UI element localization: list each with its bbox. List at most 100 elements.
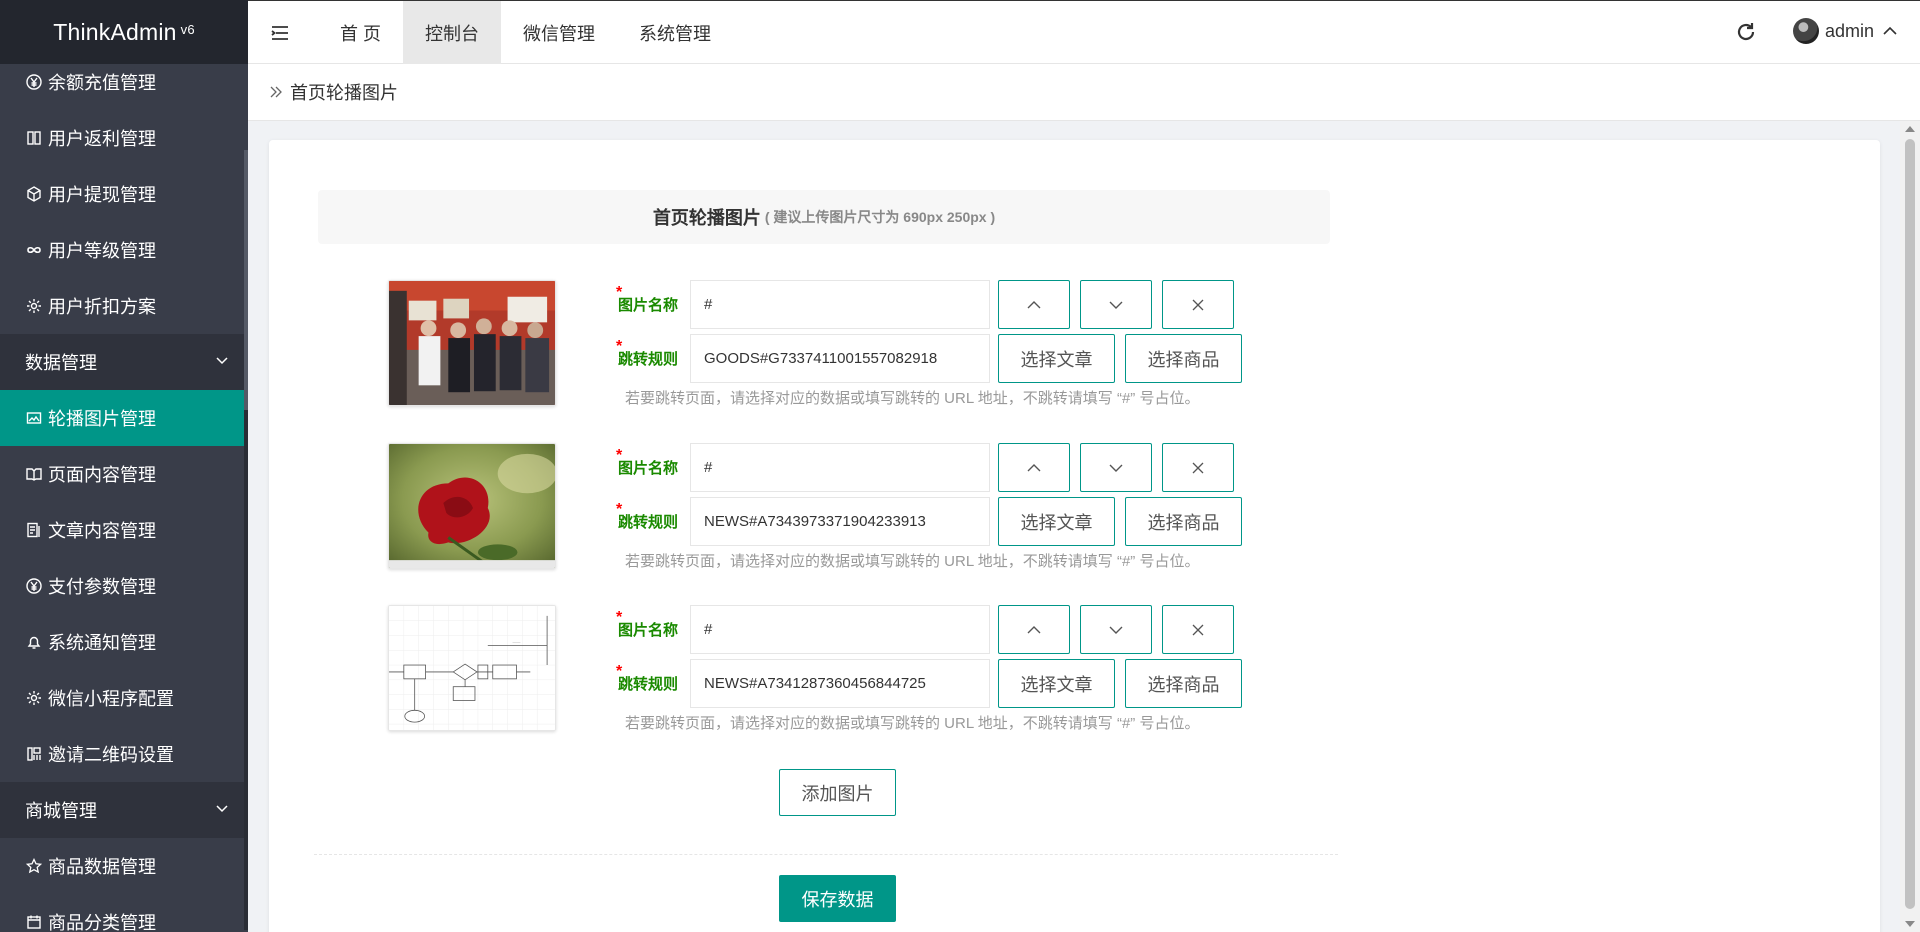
cube-icon: [25, 185, 43, 203]
select-goods-button[interactable]: 选择商品: [1125, 497, 1242, 546]
sidebar-item-balance[interactable]: 余额充值管理: [0, 54, 248, 110]
form-title-bar: 首页轮播图片 ( 建议上传图片尺寸为 690px 250px ): [318, 190, 1330, 244]
jump-rule-input[interactable]: GOODS#G7337411001557082918: [690, 334, 990, 383]
scroll-down-icon[interactable]: [1905, 921, 1915, 927]
gear-icon: [25, 689, 43, 707]
refresh-icon[interactable]: [1734, 20, 1758, 44]
select-article-button[interactable]: 选择文章: [998, 497, 1115, 546]
sidebar-scrollbar-thumb[interactable]: [244, 150, 248, 410]
sidebar-item-label: 页面内容管理: [48, 465, 156, 485]
banner-row: * 图片名称 # * 跳转规则 NEWS#A7343973371904233913 …: [318, 443, 1330, 573]
sidebar-item-miniapp[interactable]: 微信小程序配置: [0, 670, 248, 726]
image-name-label: * 图片名称: [616, 284, 678, 314]
page-scrollbar[interactable]: [1900, 121, 1920, 932]
move-down-button[interactable]: [1080, 605, 1152, 654]
nav-console[interactable]: 控制台: [403, 1, 502, 64]
sidebar-group-label: 数据管理: [25, 353, 97, 373]
sidebar-item-qrcode[interactable]: 邀请二维码设置: [0, 726, 248, 782]
image-name-label: * 图片名称: [616, 447, 678, 477]
scrollbar-thumb[interactable]: [1905, 139, 1915, 909]
sidebar-item-page-content[interactable]: 页面内容管理: [0, 446, 248, 502]
sidebar-group-data[interactable]: 数据管理: [0, 334, 248, 390]
banner-row: * 图片名称 # * 跳转规则 GOODS#G7337411001557082918…: [318, 280, 1330, 410]
close-icon: [1192, 299, 1204, 310]
chevron-up-icon: [1027, 625, 1041, 633]
sidebar-group-shop[interactable]: 商城管理: [0, 782, 248, 838]
sidebar-item-label: 文章内容管理: [48, 521, 156, 541]
nav-home[interactable]: 首 页: [318, 1, 403, 64]
chevron-down-icon: [1109, 301, 1123, 309]
move-up-button[interactable]: [998, 443, 1070, 492]
sidebar-item-label: 商品分类管理: [48, 913, 156, 932]
select-article-button[interactable]: 选择文章: [998, 659, 1115, 708]
form-title-hint: ( 建议上传图片尺寸为 690px 250px ): [764, 209, 996, 225]
save-button[interactable]: 保存数据: [779, 875, 896, 922]
add-image-button[interactable]: 添加图片: [779, 769, 896, 816]
bell-icon: [25, 633, 43, 651]
sidebar-item-payment[interactable]: 支付参数管理: [0, 558, 248, 614]
username: admin: [1824, 20, 1874, 41]
nav-system[interactable]: 系统管理: [617, 1, 733, 64]
sidebar-item-withdraw[interactable]: 用户提现管理: [0, 166, 248, 222]
jump-rule-label: * 跳转规则: [616, 501, 678, 531]
breadcrumb: 首页轮播图片: [248, 64, 1920, 121]
sidebar-item-label: 商品数据管理: [48, 857, 156, 877]
image-name-label: * 图片名称: [616, 609, 678, 639]
move-down-button[interactable]: [1080, 443, 1152, 492]
banner-image[interactable]: ——: [388, 605, 556, 731]
select-goods-button[interactable]: 选择商品: [1125, 659, 1242, 708]
gear-icon: [25, 297, 43, 315]
user-menu[interactable]: admin: [1792, 18, 1898, 44]
select-article-button[interactable]: 选择文章: [998, 334, 1115, 383]
scroll-up-icon[interactable]: [1905, 126, 1915, 132]
nav-wechat[interactable]: 微信管理: [501, 1, 617, 64]
menu-toggle-icon[interactable]: [268, 21, 292, 45]
help-text: 若要跳转页面，请选择对应的数据或填写跳转的 URL 地址，不跳转请填写 “#” …: [625, 715, 1200, 732]
chevron-down-icon: [1109, 464, 1123, 472]
sidebar-item-article[interactable]: 文章内容管理: [0, 502, 248, 558]
move-down-button[interactable]: [1080, 280, 1152, 329]
select-goods-button[interactable]: 选择商品: [1125, 334, 1242, 383]
document-icon: [25, 521, 43, 539]
top-header: 首 页 控制台 微信管理 系统管理 admin: [248, 0, 1920, 64]
chevron-down-icon: [214, 800, 230, 821]
remove-button[interactable]: [1162, 443, 1234, 492]
star-icon: [25, 857, 43, 875]
banner-image[interactable]: [388, 443, 556, 569]
yen-icon: [25, 73, 43, 91]
sidebar-item-label: 系统通知管理: [48, 633, 156, 653]
banner-image[interactable]: [388, 280, 556, 406]
jump-rule-input[interactable]: NEWS#A7341287360456844725: [690, 659, 990, 708]
image-name-input[interactable]: #: [690, 443, 990, 492]
chevron-up-icon: [1882, 23, 1898, 39]
sidebar-item-label: 余额充值管理: [48, 73, 156, 93]
sidebar-item-level[interactable]: 用户等级管理: [0, 222, 248, 278]
infinity-icon: [25, 241, 43, 259]
image-name-input[interactable]: #: [690, 280, 990, 329]
sidebar-menu: 余额充值管理 用户返利管理 用户提现管理 用户等级管理 用户折扣方案 数据管理 …: [0, 54, 248, 932]
sidebar-item-label: 用户折扣方案: [48, 297, 156, 317]
sidebar: ThinkAdmin v6 余额充值管理 用户返利管理 用户提现管理 用户等级管理…: [0, 0, 248, 932]
move-up-button[interactable]: [998, 605, 1070, 654]
jump-rule-input[interactable]: NEWS#A7343973371904233913: [690, 497, 990, 546]
sidebar-item-banner[interactable]: 轮播图片管理: [0, 390, 248, 446]
sidebar-item-notice[interactable]: 系统通知管理: [0, 614, 248, 670]
open-book-icon: [25, 465, 43, 483]
move-up-button[interactable]: [998, 280, 1070, 329]
help-text: 若要跳转页面，请选择对应的数据或填写跳转的 URL 地址，不跳转请填写 “#” …: [625, 390, 1200, 407]
app-version: v6: [180, 21, 195, 37]
sidebar-item-rebate[interactable]: 用户返利管理: [0, 110, 248, 166]
sidebar-item-discount[interactable]: 用户折扣方案: [0, 278, 248, 334]
sidebar-item-goods[interactable]: 商品数据管理: [0, 838, 248, 894]
image-icon: [25, 409, 43, 427]
chevron-down-icon: [1109, 626, 1123, 634]
sidebar-item-label: 邀请二维码设置: [48, 745, 174, 765]
remove-button[interactable]: [1162, 605, 1234, 654]
image-name-input[interactable]: #: [690, 605, 990, 654]
divider: [314, 854, 1338, 855]
sidebar-item-category[interactable]: 商品分类管理: [0, 894, 248, 932]
app-name: ThinkAdmin: [53, 18, 177, 45]
remove-button[interactable]: [1162, 280, 1234, 329]
sidebar-item-label: 用户等级管理: [48, 241, 156, 261]
form-title: 首页轮播图片: [652, 208, 761, 228]
